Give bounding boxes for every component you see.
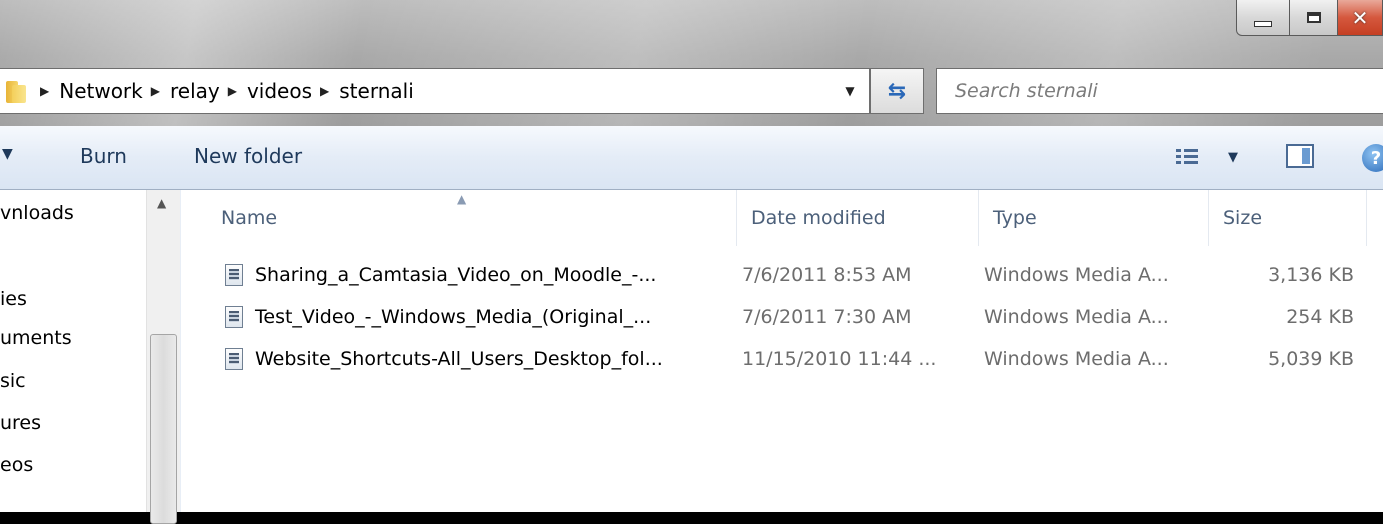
close-icon: ✕ (1351, 5, 1369, 30)
column-header-date-modified[interactable]: Date modified (737, 190, 979, 246)
breadcrumb-item-relay[interactable]: relay (170, 79, 220, 103)
file-size: 254 KB (1286, 306, 1354, 328)
chevron-right-icon[interactable]: ▶ (151, 84, 160, 98)
scroll-up-icon[interactable]: ▲ (157, 196, 166, 210)
media-file-icon (225, 306, 243, 328)
nav-item-downloads[interactable]: vnloads (0, 202, 74, 224)
maximize-icon (1306, 12, 1321, 23)
address-history-dropdown[interactable]: ▼ (831, 69, 869, 113)
refresh-icon: ⇆ (887, 78, 907, 104)
change-view-icon[interactable] (1176, 148, 1198, 168)
column-header-size[interactable]: Size (1209, 190, 1367, 246)
file-name: Website_Shortcuts-All_Users_Desktop_fol.… (255, 348, 663, 370)
close-button[interactable]: ✕ (1338, 0, 1383, 36)
maximize-button[interactable] (1290, 0, 1338, 36)
file-date: 7/6/2011 8:53 AM (742, 264, 912, 286)
chevron-right-icon[interactable]: ▶ (40, 84, 49, 98)
nav-item-music[interactable]: sic (0, 370, 26, 392)
nav-scrollbar[interactable]: ▲ (146, 190, 180, 524)
nav-item-documents[interactable]: uments (0, 327, 72, 349)
file-type: Windows Media A... (984, 264, 1169, 286)
file-name-cell: Sharing_a_Camtasia_Video_on_Moodle_-... (225, 254, 656, 296)
file-row[interactable]: Website_Shortcuts-All_Users_Desktop_fol.… (181, 338, 1383, 380)
chevron-down-icon[interactable]: ▼ (2, 146, 13, 162)
window-controls: ✕ (1236, 0, 1383, 38)
file-row[interactable]: Sharing_a_Camtasia_Video_on_Moodle_-... … (181, 254, 1383, 296)
chevron-right-icon[interactable]: ▶ (228, 84, 237, 98)
scrollbar-thumb[interactable] (150, 334, 177, 524)
file-name-cell: Website_Shortcuts-All_Users_Desktop_fol.… (225, 338, 663, 380)
chevron-down-icon: ▼ (845, 84, 855, 98)
search-input[interactable]: Search sternali (936, 68, 1383, 114)
file-date: 11/15/2010 11:44 ... (742, 348, 937, 370)
breadcrumb: ▶ Network ▶ relay ▶ videos ▶ sternali (32, 79, 414, 103)
breadcrumb-item-network[interactable]: Network (59, 79, 143, 103)
file-name: Sharing_a_Camtasia_Video_on_Moodle_-... (255, 264, 657, 286)
address-bar[interactable]: ▶ Network ▶ relay ▶ videos ▶ sternali ▼ (0, 68, 870, 114)
command-bar: ▼ Burn New folder ▼ ? (0, 126, 1383, 190)
breadcrumb-item-sternali[interactable]: sternali (339, 79, 413, 103)
column-header-name[interactable]: Name (207, 190, 737, 246)
breadcrumb-item-videos[interactable]: videos (247, 79, 312, 103)
nav-item-videos[interactable]: eos (0, 454, 33, 476)
burn-button[interactable]: Burn (80, 144, 127, 168)
file-row[interactable]: Test_Video_-_Windows_Media_(Original_...… (181, 296, 1383, 338)
media-file-icon (225, 348, 243, 370)
folder-icon (6, 79, 28, 103)
nav-item-pictures[interactable]: ures (0, 412, 41, 434)
file-name: Test_Video_-_Windows_Media_(Original_... (255, 306, 652, 328)
help-icon[interactable]: ? (1362, 144, 1383, 172)
minimize-icon (1254, 20, 1272, 27)
file-date: 7/6/2011 7:30 AM (742, 306, 912, 328)
refresh-button[interactable]: ⇆ (870, 68, 924, 114)
file-type: Windows Media A... (984, 348, 1169, 370)
preview-pane-icon[interactable] (1286, 144, 1314, 168)
media-file-icon (225, 264, 243, 286)
search-placeholder: Search sternali (955, 80, 1098, 102)
file-type: Windows Media A... (984, 306, 1169, 328)
nav-item-libraries[interactable]: ies (0, 288, 27, 310)
file-name-cell: Test_Video_-_Windows_Media_(Original_... (225, 296, 651, 338)
file-list: ▲ Name Date modified Type Size Sharing_a… (181, 190, 1383, 512)
file-size: 3,136 KB (1268, 264, 1354, 286)
column-header-type[interactable]: Type (979, 190, 1209, 246)
file-size: 5,039 KB (1268, 348, 1354, 370)
chevron-right-icon[interactable]: ▶ (320, 84, 329, 98)
minimize-button[interactable] (1236, 0, 1290, 36)
new-folder-button[interactable]: New folder (194, 144, 302, 168)
view-options-dropdown[interactable]: ▼ (1228, 150, 1238, 165)
